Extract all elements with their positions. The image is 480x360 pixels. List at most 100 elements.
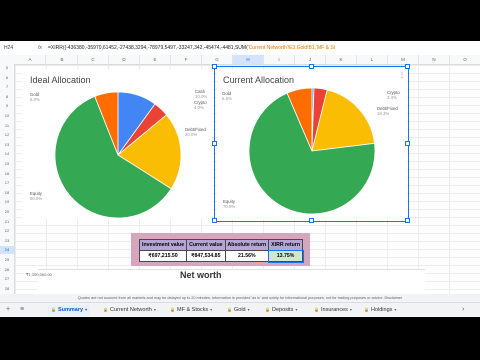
lock-icon: 🔒 bbox=[170, 307, 175, 312]
slice-label-pct: 10.0% bbox=[195, 94, 208, 99]
row-header[interactable]: 21 bbox=[0, 218, 14, 226]
row-header[interactable]: 11 bbox=[0, 122, 14, 130]
header-absolute-return[interactable]: Absolute return bbox=[224, 239, 270, 251]
row-header[interactable]: 8 bbox=[0, 93, 14, 101]
column-header[interactable]: O bbox=[450, 55, 480, 64]
chevron-down-icon[interactable]: ▾ bbox=[394, 307, 396, 312]
row-header[interactable]: 9 bbox=[0, 102, 14, 110]
sheet-tab-label: MF & Stocks bbox=[176, 307, 209, 313]
fx-icon: fx bbox=[38, 45, 42, 51]
slice-label-pct: 60.0% bbox=[30, 196, 43, 201]
sheet-tab[interactable]: 🔒 Insurances ▾ bbox=[311, 305, 355, 315]
column-header[interactable]: M bbox=[388, 55, 419, 64]
cell-absolute-return[interactable]: 21.56% bbox=[224, 250, 270, 262]
column-header[interactable]: K bbox=[326, 55, 357, 64]
sheet-tab[interactable]: 🔒 Deposits ▾ bbox=[262, 305, 300, 315]
ideal-pie-svg bbox=[54, 91, 182, 219]
sheet-tab[interactable]: 🔒 MF & Stocks ▾ bbox=[167, 305, 215, 315]
resize-handle[interactable] bbox=[405, 141, 410, 146]
sheet-tab-label: Summary bbox=[57, 307, 84, 313]
lock-icon: 🔒 bbox=[265, 307, 270, 312]
chevron-down-icon[interactable]: ▾ bbox=[350, 307, 352, 312]
resize-handle[interactable] bbox=[405, 218, 410, 223]
all-sheets-icon[interactable]: ≡ bbox=[20, 305, 24, 315]
row-header[interactable]: 26 bbox=[0, 266, 14, 274]
column-header[interactable]: J bbox=[295, 55, 326, 64]
column-header[interactable]: L bbox=[357, 55, 388, 64]
row-header[interactable]: 6 bbox=[0, 74, 14, 82]
row-header[interactable]: 17 bbox=[0, 179, 14, 187]
row-header[interactable]: 5 bbox=[0, 64, 14, 72]
column-header[interactable]: G bbox=[202, 55, 233, 64]
header-investment-value[interactable]: Investment value bbox=[138, 239, 188, 251]
row-header[interactable]: 14 bbox=[0, 150, 14, 158]
chevron-down-icon[interactable]: ▾ bbox=[85, 307, 87, 312]
column-header[interactable]: F bbox=[171, 55, 202, 64]
resize-handle[interactable] bbox=[309, 218, 314, 223]
cell-current-value[interactable]: ₹847,534.85 bbox=[186, 250, 226, 262]
sheet-tab[interactable]: 🔒 Gold ▾ bbox=[224, 305, 253, 315]
chevron-down-icon[interactable]: ▾ bbox=[295, 307, 297, 312]
slice-label-pct: 4.0% bbox=[194, 105, 204, 110]
row-header[interactable]: 13 bbox=[0, 141, 14, 149]
formula-text: =XIRR({-436380,-35970,61452,-27438,3294,… bbox=[48, 45, 248, 51]
lock-icon: 🔒 bbox=[51, 307, 56, 312]
column-header[interactable]: N bbox=[419, 55, 450, 64]
formula-input[interactable]: =XIRR({-436380,-35970,61452,-27438,3294,… bbox=[48, 41, 478, 55]
resize-handle[interactable] bbox=[212, 141, 217, 146]
row-header[interactable]: 25 bbox=[0, 256, 14, 264]
slice-label-pct: 6.0% bbox=[30, 97, 40, 102]
row-header[interactable]: 16 bbox=[0, 170, 14, 178]
formula-bar[interactable]: H24 fx =XIRR({-436380,-35970,61452,-2743… bbox=[0, 41, 480, 56]
sheet-tab-label: Insurances bbox=[320, 307, 348, 313]
column-header[interactable]: I bbox=[264, 55, 295, 64]
chevron-down-icon[interactable]: ▾ bbox=[154, 307, 156, 312]
chart-selection-frame[interactable] bbox=[214, 66, 409, 222]
row-header[interactable]: 28 bbox=[0, 285, 14, 293]
chevron-down-icon[interactable]: ▾ bbox=[248, 307, 250, 312]
networth-y-tick: ₹1,100,000.00 bbox=[26, 272, 52, 277]
summary-table: Investment value Current value Absolute … bbox=[138, 239, 304, 263]
row-header[interactable]: 15 bbox=[0, 160, 14, 168]
row-header[interactable]: 22 bbox=[0, 227, 14, 235]
row-header[interactable]: 23 bbox=[0, 237, 14, 245]
row-header[interactable]: 10 bbox=[0, 112, 14, 120]
add-sheet-icon[interactable]: + bbox=[6, 305, 10, 315]
chevron-down-icon[interactable]: ▾ bbox=[210, 307, 212, 312]
row-header[interactable]: 18 bbox=[0, 189, 14, 197]
cell-xirr-return[interactable]: 13.75% bbox=[267, 249, 304, 263]
sheet-tab[interactable]: 🔒 Summary ▾ bbox=[48, 305, 91, 315]
ideal-allocation-chart[interactable]: Ideal Allocation Gold 6.0% Cash 10.0% Cryp… bbox=[22, 69, 212, 219]
column-header[interactable]: C bbox=[78, 55, 109, 64]
formula-text-highlight: 'Current Networth'!E3,Gold!B1,'MF & St bbox=[247, 45, 336, 51]
cell-investment-value[interactable]: ₹697,215.50 bbox=[138, 250, 188, 262]
slice-label-cash: Cash 10.0% bbox=[195, 89, 207, 99]
header-current-value[interactable]: Current value bbox=[186, 239, 226, 251]
row-header-bar: 5 6 7 8 9 10 11 12 13 14 15 16 17 18 19 20 21 22 23 24 25 26 2… bbox=[0, 64, 15, 316]
sheet-tab[interactable]: 🔒 Holdings ▾ bbox=[361, 305, 399, 315]
row-header[interactable]: 7 bbox=[0, 83, 14, 91]
resize-handle[interactable] bbox=[405, 64, 410, 69]
row-header[interactable]: 24 bbox=[0, 246, 14, 255]
resize-handle[interactable] bbox=[212, 218, 217, 223]
row-header[interactable]: 20 bbox=[0, 208, 14, 216]
sheet-tab-bar: + ≡ 🔒 Summary ▾ 🔒 Current Networth ▾ 🔒 MF & Sto… bbox=[0, 302, 480, 317]
row-header[interactable]: 12 bbox=[0, 131, 14, 139]
resize-handle[interactable] bbox=[212, 64, 217, 69]
column-header[interactable]: H bbox=[233, 55, 264, 64]
resize-handle[interactable] bbox=[309, 64, 314, 69]
column-header[interactable]: B bbox=[47, 55, 78, 64]
row-header[interactable]: 27 bbox=[0, 275, 14, 283]
lock-icon: 🔒 bbox=[103, 307, 108, 312]
name-box[interactable]: H24 bbox=[4, 41, 32, 55]
sheet-tab-label: Deposits bbox=[271, 307, 294, 313]
networth-chart[interactable] bbox=[38, 269, 425, 297]
header-xirr-return[interactable]: XIRR return bbox=[268, 239, 303, 251]
tab-scroll-right-icon[interactable]: › bbox=[462, 305, 464, 315]
row-header[interactable]: 19 bbox=[0, 198, 14, 206]
column-header[interactable]: E bbox=[140, 55, 171, 64]
sheet-tab[interactable]: 🔒 Current Networth ▾ bbox=[100, 305, 159, 315]
column-header[interactable]: A bbox=[15, 55, 46, 64]
column-header[interactable]: D bbox=[109, 55, 140, 64]
sheet-tab-label: Gold bbox=[233, 307, 246, 313]
